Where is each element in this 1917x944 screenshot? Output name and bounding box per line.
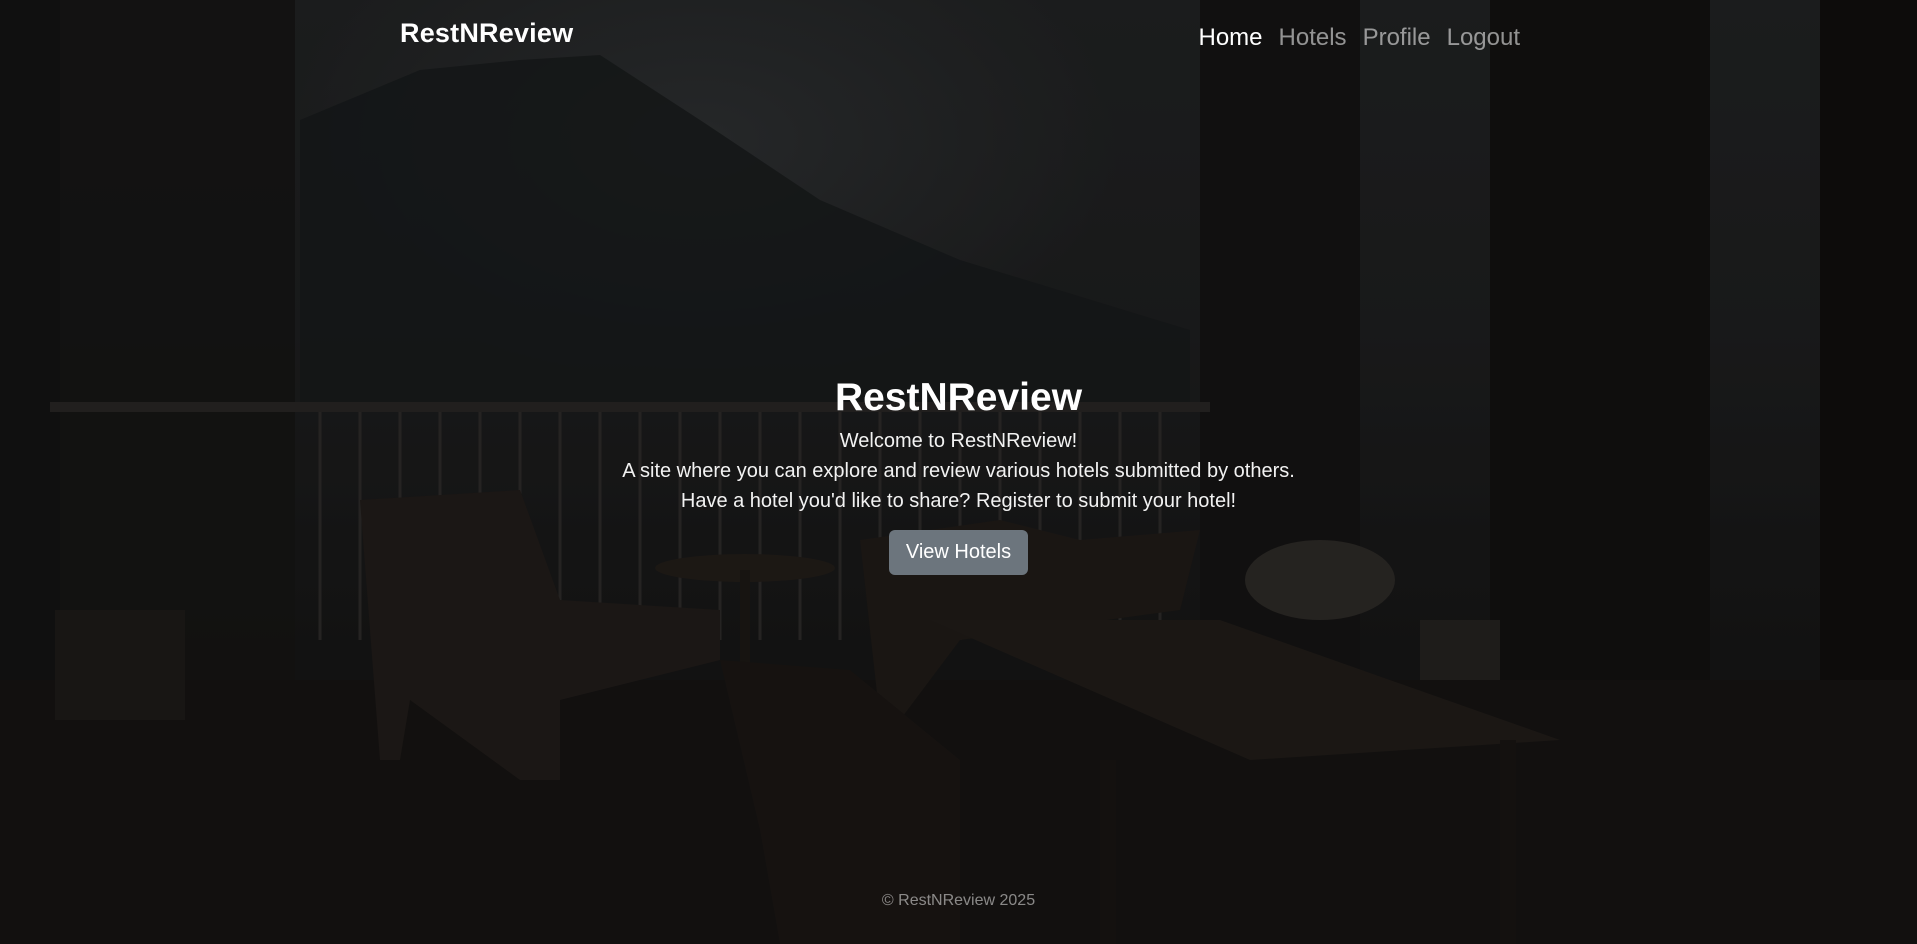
navbar: RestNReview Home Hotels Profile Logout [0,0,1917,72]
hero-description-text: A site where you can explore and review … [622,460,1295,482]
brand-logo[interactable]: RestNReview [400,18,573,49]
footer: © RestNReview 2025 [0,892,1917,910]
hero-section: RestNReview Welcome to RestNReview! A si… [0,372,1917,575]
hero-welcome-text: Welcome to RestNReview! [839,430,1078,452]
nav-link-hotels[interactable]: Hotels [1279,24,1347,52]
nav-link-home[interactable]: Home [1199,24,1263,52]
hero-title: RestNReview [834,376,1083,419]
footer-copyright: © RestNReview 2025 [881,892,1036,909]
page: RestNReview Home Hotels Profile Logout R… [0,0,1917,944]
nav-link-logout[interactable]: Logout [1447,24,1520,52]
view-hotels-button[interactable]: View Hotels [888,530,1029,575]
hero-register-text: Have a hotel you'd like to share? Regist… [680,490,1237,512]
nav-link-profile[interactable]: Profile [1363,24,1431,52]
nav-links: Home Hotels Profile Logout [1199,24,1521,52]
